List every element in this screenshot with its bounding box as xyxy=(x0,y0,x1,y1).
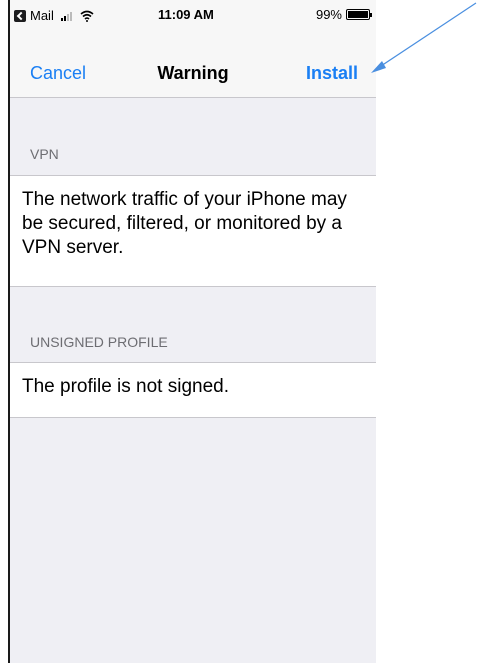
phone-screen: Mail 11:09 AM 99% Cancel Warning Install… xyxy=(8,0,376,663)
wifi-icon xyxy=(80,10,94,22)
signal-icon xyxy=(60,11,72,21)
annotation-arrow-shaft xyxy=(377,2,477,69)
navigation-bar: Cancel Warning Install xyxy=(10,30,376,98)
back-app-label[interactable]: Mail xyxy=(30,8,54,23)
battery-icon xyxy=(346,9,372,20)
status-time: 11:09 AM xyxy=(158,7,214,22)
vpn-section-body: The network traffic of your iPhone may b… xyxy=(10,175,376,287)
install-button[interactable]: Install xyxy=(306,63,358,84)
status-right: 99% xyxy=(315,7,372,22)
status-left: Mail xyxy=(14,8,94,23)
unsigned-profile-section-body: The profile is not signed. xyxy=(10,362,376,418)
back-app-icon[interactable] xyxy=(14,9,26,22)
screenshot-canvas: Mail 11:09 AM 99% Cancel Warning Install… xyxy=(0,0,489,663)
battery-percent: 99% xyxy=(315,7,342,22)
status-bar: Mail 11:09 AM 99% xyxy=(10,0,376,30)
unsigned-profile-section-header: UNSIGNED PROFILE xyxy=(30,334,168,350)
vpn-section-header: VPN xyxy=(30,146,59,162)
